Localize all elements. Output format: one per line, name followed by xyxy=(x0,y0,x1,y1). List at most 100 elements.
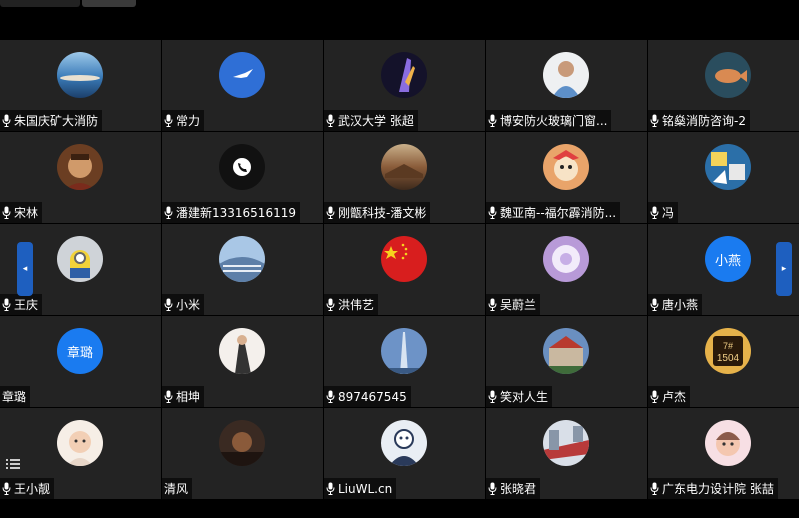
microphone-icon xyxy=(488,206,497,219)
avatar xyxy=(543,328,589,374)
avatar xyxy=(219,236,265,282)
name-label: 朱国庆矿大消防 xyxy=(0,110,103,131)
participant-name: 朱国庆矿大消防 xyxy=(14,114,99,128)
avatar-initials: 章璐 xyxy=(66,345,93,361)
microphone-icon xyxy=(650,482,659,495)
participant-tile[interactable]: 洪伟艺 xyxy=(324,224,485,315)
participant-tile[interactable]: 清风 xyxy=(162,408,323,499)
participant-name: 博安防火玻璃门窗... xyxy=(500,114,608,128)
avatar xyxy=(381,328,427,374)
avatar xyxy=(381,236,427,282)
name-label: 宋林 xyxy=(0,202,43,223)
name-label: 张晓君 xyxy=(486,478,541,499)
microphone-icon xyxy=(488,298,497,311)
list-icon[interactable] xyxy=(6,458,20,470)
participant-tile[interactable]: 博安防火玻璃门窗... xyxy=(486,40,647,131)
participant-tile[interactable]: 广东电力设计院 张喆 xyxy=(648,408,799,499)
name-label: 王庆 xyxy=(0,294,43,315)
participant-tile[interactable]: 常力 xyxy=(162,40,323,131)
participant-tile[interactable]: 7# 1504 卢杰 xyxy=(648,316,799,407)
avatar xyxy=(57,236,103,282)
participant-tile[interactable]: 武汉大学 张超 xyxy=(324,40,485,131)
participant-grid: 朱国庆矿大消防 常力 武汉大学 张超 博安防火玻璃门窗... 铭燊消防咨询-2 宋林 潘建新… xyxy=(0,40,799,500)
participant-name: 刚甑科技-潘文彬 xyxy=(338,206,427,220)
avatar xyxy=(219,52,265,98)
participant-name: 潘建新13316516119 xyxy=(176,206,296,220)
microphone-icon xyxy=(650,390,659,403)
participant-name: 常力 xyxy=(176,114,201,128)
avatar xyxy=(543,144,589,190)
avatar xyxy=(57,420,103,466)
microphone-icon xyxy=(164,206,173,219)
name-label: 博安防火玻璃门窗... xyxy=(486,110,612,131)
name-label: LiuWL.cn xyxy=(324,478,397,499)
avatar xyxy=(705,144,751,190)
participant-tile[interactable]: 宋林 xyxy=(0,132,161,223)
top-tab[interactable] xyxy=(0,0,80,7)
name-label: 魏亚南--福尔霹消防... xyxy=(486,202,621,223)
participant-name: 王庆 xyxy=(14,298,39,312)
microphone-icon xyxy=(488,114,497,127)
name-label: 潘建新13316516119 xyxy=(162,202,300,223)
participant-name: 宋林 xyxy=(14,206,39,220)
microphone-icon xyxy=(2,114,11,127)
participant-name: 吴蔚兰 xyxy=(500,298,537,312)
participant-name: 笑对人生 xyxy=(500,390,549,404)
participant-tile[interactable]: 笑对人生 xyxy=(486,316,647,407)
microphone-icon xyxy=(326,206,335,219)
participant-tile[interactable]: 吴蔚兰 xyxy=(486,224,647,315)
avatar: 小燕 xyxy=(705,236,751,282)
name-label: 王小靓 xyxy=(0,478,55,499)
microphone-icon xyxy=(488,390,497,403)
svg-text:1504: 1504 xyxy=(717,353,740,364)
participant-tile[interactable]: 小米 xyxy=(162,224,323,315)
avatar xyxy=(705,52,751,98)
participant-name: 铭燊消防咨询-2 xyxy=(662,114,746,128)
avatar xyxy=(381,52,427,98)
microphone-icon xyxy=(2,482,11,495)
participant-tile[interactable]: 冯 xyxy=(648,132,799,223)
microphone-icon xyxy=(164,298,173,311)
microphone-icon xyxy=(326,390,335,403)
participant-name: 章璐 xyxy=(2,390,27,404)
microphone-icon xyxy=(326,482,335,495)
participant-name: 唐小燕 xyxy=(662,298,699,312)
participant-tile[interactable]: 相坤 xyxy=(162,316,323,407)
microphone-icon xyxy=(650,206,659,219)
avatar xyxy=(543,52,589,98)
name-label: 常力 xyxy=(162,110,205,131)
participant-tile[interactable]: 魏亚南--福尔霹消防... xyxy=(486,132,647,223)
participant-tile[interactable]: 铭燊消防咨询-2 xyxy=(648,40,799,131)
microphone-icon xyxy=(326,114,335,127)
avatar-initials: 小燕 xyxy=(714,253,741,269)
name-label: 章璐 xyxy=(0,386,31,407)
prev-page-button[interactable]: ◂ xyxy=(17,242,33,296)
participant-tile[interactable]: 王小靓 xyxy=(0,408,161,499)
avatar xyxy=(543,236,589,282)
chevron-right-icon: ▸ xyxy=(781,264,787,274)
avatar xyxy=(219,328,265,374)
top-tab[interactable] xyxy=(82,0,136,7)
microphone-icon xyxy=(2,206,11,219)
participant-name: 武汉大学 张超 xyxy=(338,114,414,128)
participant-tile[interactable]: 潘建新13316516119 xyxy=(162,132,323,223)
microphone-icon xyxy=(326,298,335,311)
participant-tile[interactable]: 朱国庆矿大消防 xyxy=(0,40,161,131)
participant-tile[interactable]: LiuWL.cn xyxy=(324,408,485,499)
participant-tile[interactable]: 张晓君 xyxy=(486,408,647,499)
avatar: 7# 1504 xyxy=(705,328,751,374)
participant-tile[interactable]: 刚甑科技-潘文彬 xyxy=(324,132,485,223)
participant-name: 广东电力设计院 张喆 xyxy=(662,482,774,496)
name-label: 冯 xyxy=(648,202,679,223)
microphone-icon xyxy=(164,114,173,127)
microphone-icon xyxy=(164,390,173,403)
avatar xyxy=(57,144,103,190)
name-label: 武汉大学 张超 xyxy=(324,110,418,131)
participant-tile[interactable]: 章璐 章璐 xyxy=(0,316,161,407)
name-label: 相坤 xyxy=(162,386,205,407)
participant-tile[interactable]: 897467545 xyxy=(324,316,485,407)
next-page-button[interactable]: ▸ xyxy=(776,242,792,296)
participant-name: 张晓君 xyxy=(500,482,537,496)
avatar xyxy=(219,144,265,190)
bottom-bar xyxy=(0,500,799,518)
